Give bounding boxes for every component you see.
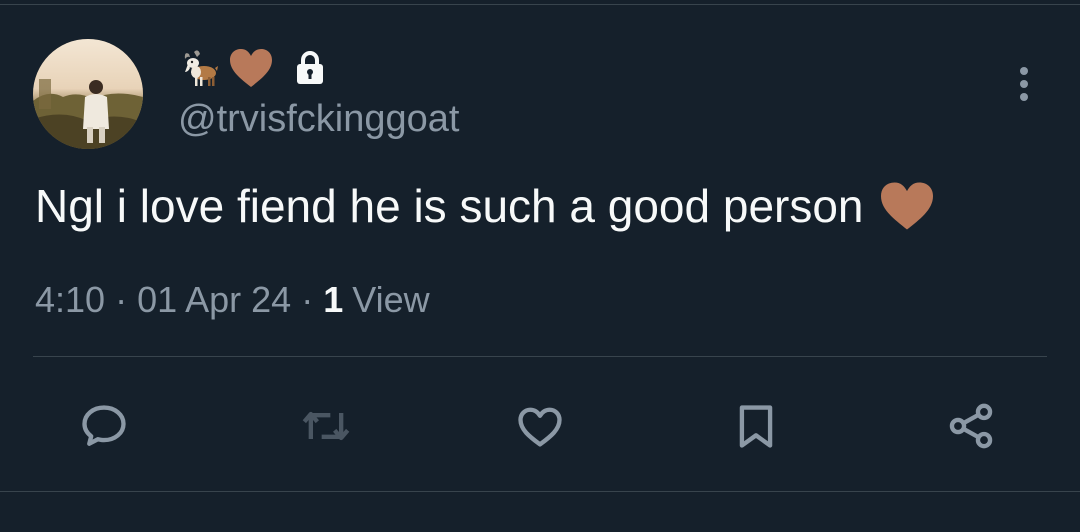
share-button[interactable]: [943, 398, 999, 454]
tweet-time[interactable]: 4:10: [35, 276, 105, 324]
display-name[interactable]: [180, 46, 326, 90]
view-label: View: [352, 279, 430, 320]
top-divider: [0, 4, 1080, 5]
tweet-date[interactable]: 01 Apr 24: [137, 276, 291, 324]
separator: ·: [301, 279, 314, 320]
speech-bubble-icon: [82, 405, 126, 446]
avatar[interactable]: [33, 39, 143, 149]
separator: ·: [115, 279, 128, 320]
tweet-text: Ngl i love fiend he is such a good perso…: [35, 176, 936, 236]
heart-icon: [518, 407, 562, 447]
view-count: 1: [323, 279, 344, 320]
lock-icon: [294, 50, 326, 86]
bookmark-button[interactable]: [728, 398, 784, 454]
tweet-text-content: Ngl i love fiend he is such a good perso…: [35, 180, 864, 232]
brown-heart-emoji-icon: [228, 47, 274, 89]
bottom-divider: [0, 491, 1080, 492]
brown-heart-emoji-icon: [878, 180, 936, 232]
bookmark-icon: [739, 405, 773, 448]
retweet-icon: [302, 411, 350, 441]
avatar-photo: [33, 39, 143, 149]
divider: [33, 356, 1047, 357]
more-options-button[interactable]: [1004, 60, 1044, 108]
reply-button[interactable]: [76, 398, 132, 454]
like-button[interactable]: [512, 398, 568, 454]
username-handle[interactable]: @trvisfckinggoat: [178, 96, 459, 142]
goat-emoji-icon: [180, 48, 220, 88]
retweet-button[interactable]: [298, 398, 354, 454]
vertical-ellipsis-icon: [1020, 67, 1028, 101]
share-icon: [949, 403, 993, 449]
tweet-meta: 4:10 · 01 Apr 24 · 1 View: [35, 276, 430, 324]
